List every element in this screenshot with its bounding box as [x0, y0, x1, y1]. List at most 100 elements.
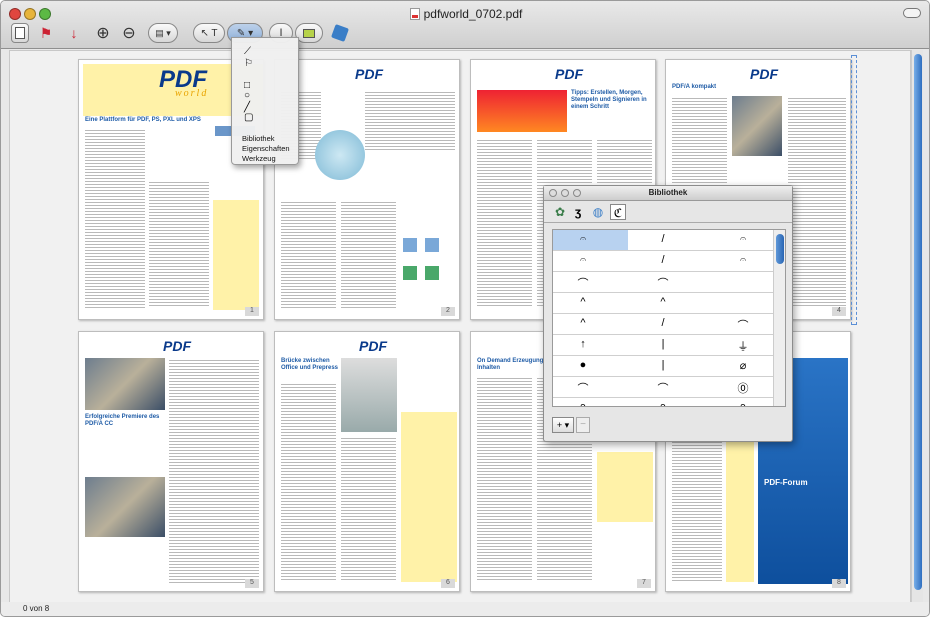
signature-icon[interactable]: ʒ: [570, 204, 586, 220]
stamp-icon[interactable]: ✿: [552, 204, 568, 220]
symbol-cell[interactable]: |: [633, 338, 693, 350]
symbol-cell[interactable]: ⌒: [553, 275, 613, 291]
symbol-cell[interactable]: 𝄐: [713, 254, 773, 267]
symbol-cell[interactable]: /: [633, 317, 693, 329]
symbol-row[interactable]: ^ ^: [553, 293, 773, 314]
page-thumbnail[interactable]: PDF Erfolgreiche Premiere des PDF/A CC 5: [78, 331, 264, 592]
symbol-row[interactable]: 𝄐 / 𝄐: [553, 251, 773, 272]
symbol-cell[interactable]: 𝄐: [553, 233, 613, 246]
sidebar-button[interactable]: [11, 23, 29, 43]
share-button[interactable]: [331, 23, 349, 43]
toolbar-toggle-button[interactable]: [903, 8, 921, 18]
symbol-cell[interactable]: ⌒: [633, 275, 693, 291]
globe-icon[interactable]: ◍: [590, 204, 606, 220]
symbol-cell[interactable]: /: [633, 233, 693, 245]
text-column: [281, 382, 336, 582]
window-title: pdfworld_0702.pdf: [1, 7, 929, 21]
symbol-row[interactable]: ↑ | ⏚: [553, 335, 773, 356]
page-headline: PDF-Forum: [764, 478, 808, 487]
pdf-logo: PDF: [555, 66, 583, 82]
menu-item-eigenschaften[interactable]: Eigenschaften: [242, 144, 290, 153]
status-bar: 0 von 8: [1, 602, 929, 616]
symbol-row[interactable]: ↄↄↄ: [553, 398, 773, 406]
pen-tool-item[interactable]: ⟋: [244, 46, 251, 57]
page-headline: Brücke zwischen Office und Prepress: [281, 358, 339, 371]
text-column: [169, 358, 259, 583]
symbol-row[interactable]: ^ / ⌒: [553, 314, 773, 335]
document-scrollbar[interactable]: [911, 50, 923, 603]
symbol-list[interactable]: 𝄐/𝄐𝄐/𝄐⌒⌒^^^/⌒↑|⏚●|⌀⌒⌒⓪ↄↄↄ↑ↄ⌀✳›Ⓛ: [552, 229, 786, 407]
symbol-row[interactable]: ● | ⌀: [553, 356, 773, 377]
file-icon: [403, 238, 417, 252]
symbol-cell[interactable]: 𝄐: [553, 254, 613, 267]
text-column: [477, 376, 532, 581]
sidebar-box: [213, 200, 259, 310]
add-symbol-button[interactable]: + ▾: [552, 417, 574, 433]
text-column: [85, 128, 145, 308]
sidebar-box: [401, 412, 457, 582]
zoom-in-button[interactable]: ⊕: [93, 23, 113, 43]
select-tool-button[interactable]: ↖ T: [193, 23, 225, 43]
symbol-cell[interactable]: ^: [633, 296, 693, 308]
file-icon: [425, 238, 439, 252]
flag-tool-item[interactable]: ⚐: [244, 58, 253, 69]
page-number: 8: [832, 579, 846, 588]
rounded-rect-tool-item[interactable]: ▢: [244, 112, 253, 123]
pdf-logo: PDF: [163, 338, 191, 354]
symbol-cell[interactable]: ⌒: [713, 317, 773, 333]
symbol-cell[interactable]: ⌀: [713, 359, 773, 372]
symbol-row[interactable]: 𝄐 / 𝄐: [553, 230, 773, 251]
menu-item-bibliothek[interactable]: Bibliothek: [242, 134, 275, 143]
page-thumbnail[interactable]: PDF 2: [274, 59, 460, 320]
page-photo: [85, 358, 165, 410]
symbol-cell[interactable]: ^: [553, 317, 613, 329]
symbol-icon[interactable]: ℭ: [610, 204, 626, 220]
symbol-cell[interactable]: ↑: [553, 338, 613, 350]
library-tabs: ✿ ʒ ◍ ℭ: [544, 201, 792, 223]
page-thumbnail[interactable]: PDF Brücke zwischen Office und Prepress …: [274, 331, 460, 592]
scroll-thumb[interactable]: [914, 54, 922, 590]
symbol-cell[interactable]: |: [633, 359, 693, 371]
page-headline: Eine Plattform für PDF, PS, PXL und XPS: [85, 117, 201, 123]
library-title: Bibliothek: [648, 188, 688, 197]
bookmark-button[interactable]: ⚑: [37, 23, 55, 43]
symbol-cell[interactable]: ●: [553, 359, 613, 371]
text-column: [341, 200, 396, 310]
export-button[interactable]: ↓: [65, 23, 83, 43]
page-number: 1: [245, 307, 259, 316]
symbol-cell[interactable]: ^: [553, 296, 613, 308]
page-photo: [732, 96, 782, 156]
annotation-menu: ⟋ ⚐ □ ○ ╱ ▢ Bibliothek Eigenschaften Wer…: [231, 37, 299, 165]
symbol-cell[interactable]: ⓪: [713, 380, 773, 396]
symbol-cell[interactable]: ↄ: [713, 401, 773, 406]
text-column: [365, 90, 455, 150]
view-icon: ▤ ▾: [155, 27, 171, 38]
page-photo: [85, 477, 165, 537]
symbol-cell[interactable]: ⏚: [713, 338, 773, 354]
title-bar: pdfworld_0702.pdf ⚑ ↓ ⊕ ⊖ ▤ ▾ ↖ T ✎ ▾ I: [1, 1, 929, 49]
library-scrollbar[interactable]: [773, 230, 785, 406]
text-column: [281, 200, 336, 310]
oval-tool-item[interactable]: ○: [244, 90, 250, 101]
symbol-cell[interactable]: 𝄐: [713, 233, 773, 246]
symbol-row[interactable]: ⌒ ⌒ ⓪: [553, 377, 773, 398]
page-number: 2: [441, 307, 455, 316]
symbol-cell[interactable]: ↄ: [633, 401, 693, 406]
page-number: 4: [832, 307, 846, 316]
page-number: 5: [245, 579, 259, 588]
zoom-out-button[interactable]: ⊖: [119, 23, 139, 43]
cursor-icon: ↖ T: [200, 27, 218, 39]
symbol-cell[interactable]: ↄ: [553, 401, 613, 406]
symbol-cell[interactable]: ⌒: [553, 380, 613, 396]
view-select[interactable]: ▤ ▾: [148, 23, 178, 43]
highlight-color-button[interactable]: [295, 23, 323, 43]
remove-symbol-button[interactable]: −: [576, 417, 590, 433]
menu-item-werkzeug[interactable]: Werkzeug: [242, 154, 276, 163]
preview-window: pdfworld_0702.pdf ⚑ ↓ ⊕ ⊖ ▤ ▾ ↖ T ✎ ▾ I …: [0, 0, 930, 617]
symbol-cell[interactable]: ⌒: [633, 380, 693, 396]
symbol-cell[interactable]: /: [633, 254, 693, 266]
file-icon: [403, 266, 417, 280]
library-scroll-thumb[interactable]: [776, 234, 784, 264]
bookmark-icon: ⚑: [39, 24, 53, 41]
symbol-row[interactable]: ⌒ ⌒: [553, 272, 773, 293]
